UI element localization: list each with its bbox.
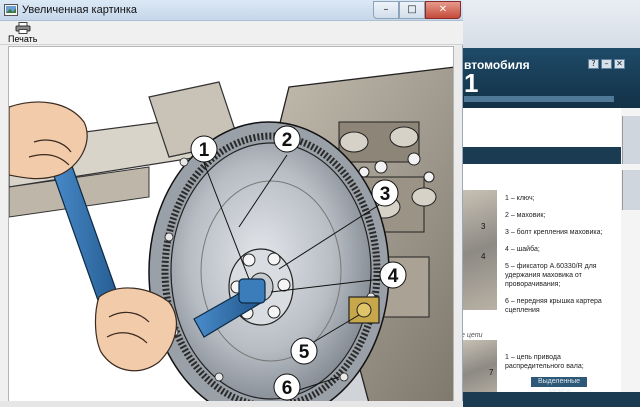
background-section-caption: е цепи <box>461 332 483 339</box>
legend-item: 3 – болт крепления маховика; <box>505 229 603 236</box>
printer-icon <box>15 22 31 34</box>
selected-records-button[interactable]: Выделенные записи <box>531 377 587 395</box>
vertical-scrollbar[interactable] <box>454 46 462 402</box>
background-app-window: втомобиля 1 ? – ✕ 3 4 1 – ключ; 2 – махо… <box>455 0 640 407</box>
background-top-strip <box>455 0 640 48</box>
window-icon <box>4 4 18 16</box>
close-button[interactable]: ✕ <box>425 1 461 19</box>
thumbnail-callout: 7 <box>489 368 494 377</box>
background-header-strip <box>455 147 621 164</box>
background-figure-thumbnail[interactable] <box>459 190 497 310</box>
background-minimize-button[interactable]: – <box>601 59 612 69</box>
callout-4: 4 <box>388 266 399 287</box>
toolbar: Печать <box>0 21 463 45</box>
callout-3: 3 <box>380 184 391 205</box>
help-button[interactable]: ? <box>588 59 599 69</box>
print-label: Печать <box>8 34 38 44</box>
picture-viewport[interactable]: 1 2 3 4 5 6 <box>8 46 454 402</box>
background-close-button[interactable]: ✕ <box>614 59 625 69</box>
callout-1: 1 <box>199 140 210 161</box>
enlarged-picture-window: Увеличенная картинка – □ ✕ Печать 1 2 3 … <box>0 0 463 407</box>
legend-item: 1 – ключ; <box>505 195 535 202</box>
background-banner-number: 1 <box>464 68 479 98</box>
thumbnail-callout: 4 <box>481 252 486 261</box>
title-bar[interactable]: Увеличенная картинка – □ ✕ <box>0 0 463 21</box>
thumbnail-callout: 3 <box>481 222 486 231</box>
legend-item: 5 – фиксатор А.60330/R для удержания мах… <box>505 263 597 288</box>
print-button[interactable]: Печать <box>3 22 43 44</box>
legend-item: 6 – передняя крышка картера сцепления <box>505 298 602 314</box>
callout-6: 6 <box>282 378 293 399</box>
background-progress-bar <box>464 96 614 102</box>
flywheel-lock-tool <box>348 296 380 324</box>
horizontal-scrollbar[interactable] <box>0 401 463 407</box>
window-title: Увеличенная картинка <box>22 4 138 16</box>
maximize-button[interactable]: □ <box>399 1 425 19</box>
legend-item: 2 – маховик; <box>505 212 546 219</box>
background-side-tab[interactable] <box>622 116 640 164</box>
minimize-button[interactable]: – <box>373 1 399 19</box>
background-side-tab[interactable] <box>622 170 640 210</box>
flywheel-removal-illustration: 1 2 3 4 5 6 <box>9 47 453 401</box>
callout-2: 2 <box>282 130 293 151</box>
legend-item: 1 – цепь привода распредительного вала; <box>505 354 584 370</box>
callout-5: 5 <box>299 342 310 363</box>
legend-item: 4 – шайба; <box>505 246 540 253</box>
background-footer-bar <box>455 392 640 407</box>
